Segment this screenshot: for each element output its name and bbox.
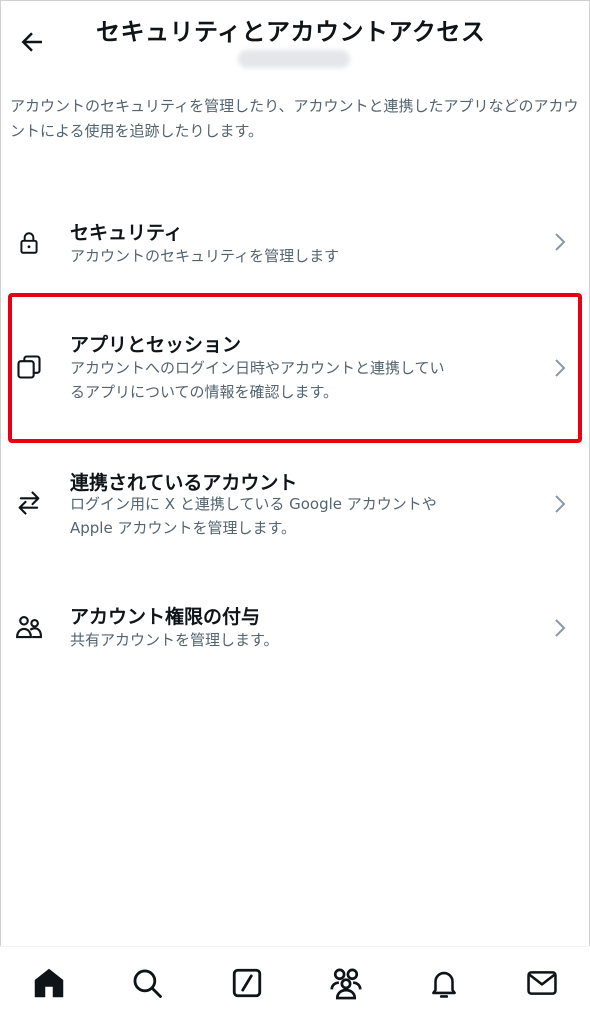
chevron-right-icon [552, 230, 568, 254]
arrow-left-icon [21, 32, 42, 52]
page-title: セキュリティとアカウントアクセス [96, 18, 486, 46]
back-button[interactable] [14, 24, 50, 60]
chevron-right-icon [552, 492, 568, 516]
item-title: 連携されているアカウント [70, 472, 298, 494]
item-desc: アカウントへのログイン日時やアカウントと連携してい るアプリについての情報を確認… [70, 356, 530, 404]
item-desc: ログイン用に X と連携している Google アカウントや Apple アカウ… [70, 492, 530, 540]
item-title: セキュリティ [70, 222, 183, 244]
tab-compose[interactable] [227, 963, 267, 1003]
copy-icon [14, 352, 44, 382]
item-title: アカウント権限の付与 [70, 606, 261, 628]
item-desc: 共有アカウントを管理します。 [70, 628, 530, 652]
people-icon [14, 612, 44, 642]
item-desc-line: アカウントへのログイン日時やアカウントと連携してい [70, 359, 445, 377]
header: セキュリティとアカウントアクセス [0, 0, 590, 80]
mail-icon [527, 971, 557, 995]
menu-item-security[interactable]: セキュリティ アカウントのセキュリティを管理します [0, 212, 590, 278]
tab-home[interactable] [29, 963, 69, 1003]
lock-icon [14, 228, 44, 258]
home-icon [34, 968, 64, 998]
bottom-tab-bar [0, 946, 590, 1024]
search-icon [133, 969, 162, 998]
menu-item-connected-accounts[interactable]: 連携されているアカウント ログイン用に X と連携している Google アカウ… [0, 466, 590, 550]
communities-icon [330, 968, 362, 1000]
tab-notifications[interactable] [424, 963, 464, 1003]
menu-item-delegate[interactable]: アカウント権限の付与 共有アカウントを管理します。 [0, 600, 590, 662]
account-handle-blurred [238, 50, 350, 68]
intro-text: アカウントのセキュリティを管理したり、アカウントと連携したアプリなどのアカウント… [10, 97, 579, 140]
swap-arrows-icon [14, 488, 44, 518]
tab-communities[interactable] [326, 963, 366, 1003]
chevron-right-icon [552, 616, 568, 640]
compose-icon [232, 968, 262, 998]
item-desc-line: Apple アカウントを管理します。 [70, 519, 296, 537]
chevron-right-icon [552, 356, 568, 380]
item-desc-line: るアプリについての情報を確認します。 [70, 383, 339, 401]
tab-search[interactable] [127, 963, 167, 1003]
tab-messages[interactable] [522, 963, 562, 1003]
item-desc-line: 共有アカウントを管理します。 [70, 631, 279, 649]
menu-item-apps-sessions[interactable]: アプリとセッション アカウントへのログイン日時やアカウントと連携してい るアプリ… [0, 328, 590, 412]
item-desc-line: アカウントのセキュリティを管理します [70, 247, 340, 265]
item-desc: アカウントのセキュリティを管理します [70, 244, 530, 268]
item-desc-line: ログイン用に X と連携している Google アカウントや [70, 495, 437, 513]
item-title: アプリとセッション [70, 334, 242, 356]
bell-icon [432, 971, 456, 998]
